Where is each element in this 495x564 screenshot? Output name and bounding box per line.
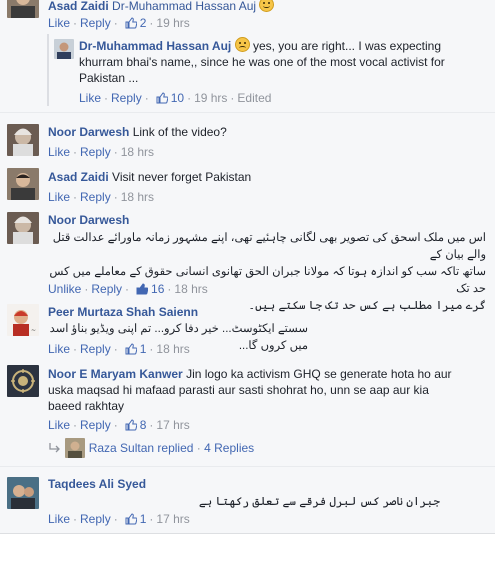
commenter-name[interactable]: Noor E Maryam Kanwer: [48, 367, 183, 381]
comment: Noor Darwesh Link of the video? Like · Rep…: [0, 120, 495, 162]
commenter-name[interactable]: Peer Murtaza Shah Saienn: [48, 305, 198, 319]
timestamp[interactable]: 17 hrs: [156, 512, 189, 526]
comment: Asad Zaidi Dr-Muhammad Hassan Auj Like · R…: [0, 0, 495, 32]
reply-link[interactable]: Reply: [80, 512, 111, 526]
reply-link[interactable]: Reply: [80, 190, 111, 204]
comment: Asad Zaidi Visit never forget Pakistan L…: [0, 165, 495, 207]
reply-comment: Dr-Muhammad Hassan Auj yes, you are righ…: [0, 36, 495, 108]
comment-text-line3: baeed rakhtay: [48, 399, 125, 413]
reply-link[interactable]: Reply: [91, 282, 122, 296]
comment: Taqdees Ali Syed جبران ناصر کس لبرل فرقے…: [0, 474, 495, 530]
avatar[interactable]: [7, 365, 39, 397]
comment-text: Link of the video?: [132, 125, 227, 139]
comment-text-line1: yes, you are right... I was expecting: [252, 39, 442, 53]
thumbs-up-icon: [125, 343, 137, 355]
avatar[interactable]: [65, 438, 86, 458]
view-replies-link[interactable]: 4 Replies: [204, 441, 254, 455]
commenter-name[interactable]: Noor Darwesh: [48, 213, 129, 227]
comment: Noor E Maryam Kanwer Jin logo ka activis…: [0, 362, 495, 468]
timestamp[interactable]: 19 hrs: [156, 16, 189, 30]
like-link[interactable]: Like: [79, 91, 101, 105]
edited-label[interactable]: Edited: [237, 91, 271, 105]
sad-emoji-icon: [234, 37, 250, 52]
avatar[interactable]: ~: [7, 304, 39, 336]
commenter-name[interactable]: Taqdees Ali Syed: [48, 477, 146, 491]
comment: Noor Darwesh اس میں ملک اسحق کی تصویر بھ…: [0, 209, 495, 312]
comment-text-line1: اس میں ملک اسحق کی تصویر بھی لگانی چاہئی…: [52, 232, 486, 261]
reply-link[interactable]: Reply: [111, 91, 142, 105]
comment-text-line1: Jin logo ka activism GHQ se generate hot…: [186, 367, 452, 381]
timestamp[interactable]: 18 hrs: [121, 145, 154, 159]
mention-link[interactable]: Dr-Muhammad Hassan Auj: [112, 0, 256, 13]
svg-text:~: ~: [31, 327, 36, 334]
comment-text-line3: Pakistan ...: [79, 71, 139, 85]
commenter-name[interactable]: Asad Zaidi: [48, 0, 109, 13]
unlike-link[interactable]: Unlike: [48, 282, 81, 296]
avatar[interactable]: [54, 39, 74, 59]
replier-name[interactable]: Raza Sultan: [89, 441, 154, 455]
timestamp[interactable]: 18 hrs: [156, 342, 189, 356]
reply-link[interactable]: Reply: [80, 342, 111, 356]
avatar[interactable]: [7, 124, 39, 156]
comment-text-line2: uska maqsad hi mafaad parasti aur sasti …: [48, 383, 429, 397]
like-link[interactable]: Like: [48, 190, 70, 204]
comment-text: جبران ناصر کس لبرل فرقے سے تعلق رکھتا ہے: [48, 494, 440, 511]
replied-label: replied: [157, 441, 194, 455]
like-count[interactable]: 1: [140, 512, 147, 526]
replies-summary[interactable]: Raza Sultan replied · 4 Replies: [48, 438, 254, 458]
timestamp[interactable]: 18 hrs: [121, 190, 154, 204]
comments-feed: Asad Zaidi Dr-Muhammad Hassan Auj Like · R…: [0, 0, 495, 564]
timestamp[interactable]: 18 hrs: [174, 282, 207, 296]
like-count[interactable]: 1: [140, 342, 147, 356]
like-link[interactable]: Like: [48, 16, 70, 30]
thumbs-up-icon: [136, 283, 149, 295]
commenter-name[interactable]: Noor Darwesh: [48, 125, 129, 139]
avatar[interactable]: [7, 212, 39, 244]
divider: [0, 112, 495, 113]
reply-link[interactable]: Reply: [80, 145, 111, 159]
avatar[interactable]: [7, 0, 39, 18]
thumbs-up-icon: [125, 17, 137, 29]
like-count[interactable]: 16: [151, 282, 164, 296]
reply-link[interactable]: Reply: [80, 16, 111, 30]
comment-actions: Like · Reply · 2 · 19 hrs: [48, 16, 190, 30]
comment-input-area[interactable]: [0, 533, 495, 564]
thumbs-up-icon: [125, 513, 137, 525]
comment-actions: Like · Reply · 10 · 19 hrs · Edited: [79, 91, 272, 105]
comment-actions: Like · Reply · 18 hrs: [48, 190, 155, 204]
comment-text: Visit never forget Pakistan: [112, 170, 252, 184]
reply-link[interactable]: Reply: [80, 418, 111, 432]
thumbs-up-icon: [125, 419, 137, 431]
smile-emoji-icon: [259, 0, 275, 12]
like-count[interactable]: 10: [171, 91, 184, 105]
comment-actions: Like · Reply · 18 hrs: [48, 145, 155, 159]
comment-text-line2: khurram bhai's name,, since he was one o…: [79, 55, 445, 69]
avatar[interactable]: [7, 477, 39, 509]
comment-actions: Like · Reply · 1 · 17 hrs: [48, 512, 190, 526]
like-count[interactable]: 2: [140, 16, 147, 30]
thumbs-up-icon: [156, 92, 168, 104]
like-count[interactable]: 8: [140, 418, 147, 432]
timestamp[interactable]: 19 hrs: [194, 91, 227, 105]
avatar[interactable]: [7, 168, 39, 200]
like-link[interactable]: Like: [48, 512, 70, 526]
commenter-name[interactable]: Asad Zaidi: [48, 170, 109, 184]
like-link[interactable]: Like: [48, 342, 70, 356]
comment: ~ Peer Murtaza Shah Saienn سستے ایکٹوسٹ.…: [0, 301, 495, 357]
divider: [0, 466, 495, 467]
comment-text-line1: جبران ناصر کس لبرل فرقے سے تعلق رکھتا ہے: [198, 496, 440, 508]
timestamp[interactable]: 17 hrs: [156, 418, 189, 432]
commenter-name[interactable]: Dr-Muhammad Hassan Auj: [79, 39, 231, 53]
reply-arrow-icon: [49, 443, 60, 453]
comment-actions: Unlike · Reply · 16 · 18 hrs: [48, 282, 208, 296]
like-link[interactable]: Like: [48, 145, 70, 159]
comment-actions: Like · Reply · 8 · 17 hrs: [48, 418, 190, 432]
like-link[interactable]: Like: [48, 418, 70, 432]
comment-actions: Like · Reply · 1 · 18 hrs: [48, 342, 190, 356]
